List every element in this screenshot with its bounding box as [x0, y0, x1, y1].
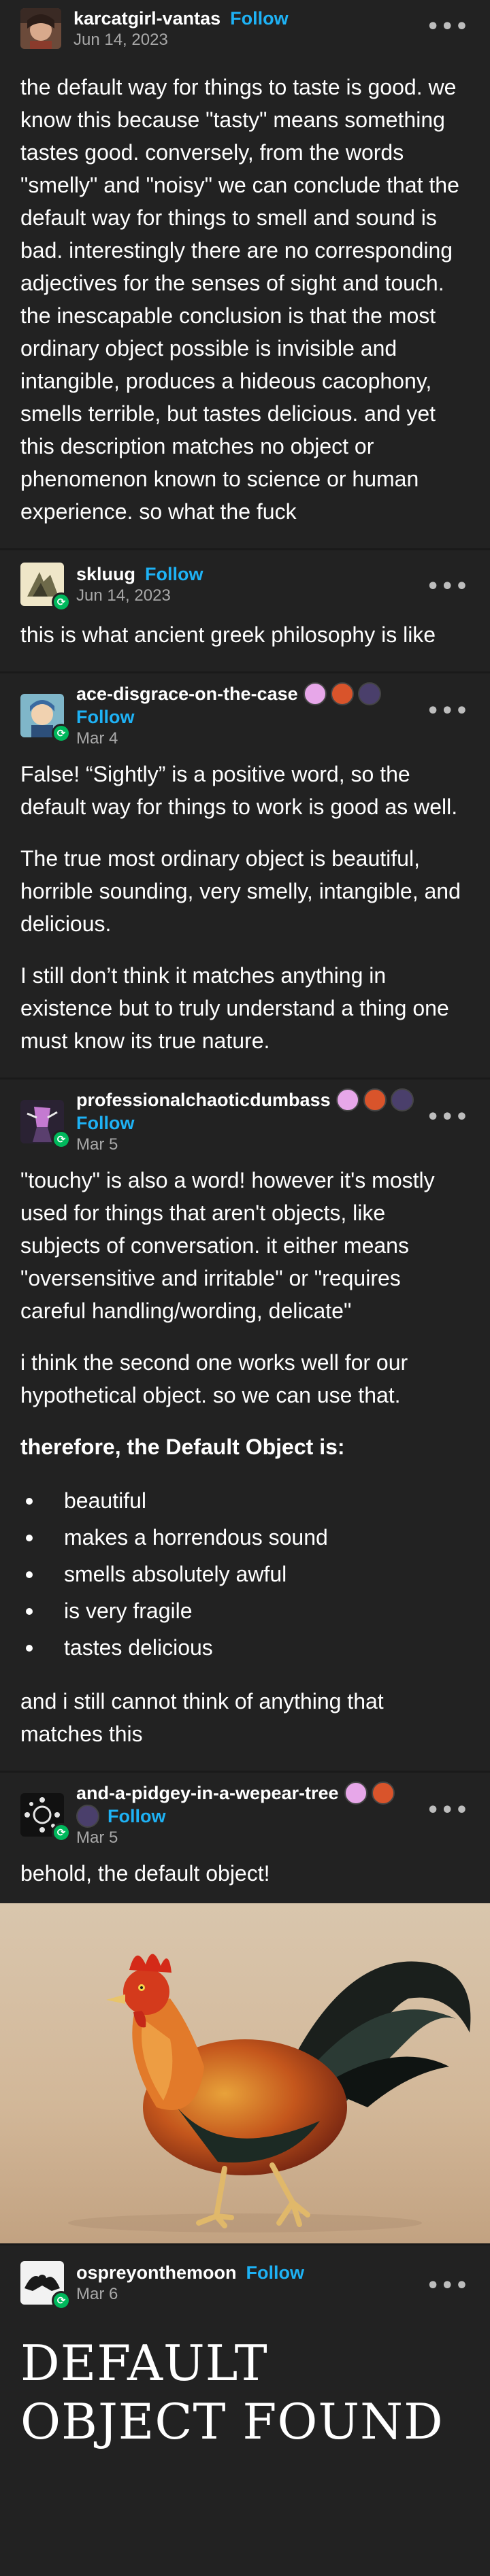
username[interactable]: karcatgirl-vantas — [74, 7, 220, 30]
avatar[interactable]: ⟳ — [20, 1793, 71, 1842]
post-meta: ospreyonthemoon Follow Mar 6 — [76, 2261, 470, 2305]
avatar[interactable]: ⟳ — [20, 2261, 71, 2310]
post-meta: karcatgirl-vantas Follow Jun 14, 2023 — [74, 7, 470, 50]
follow-button[interactable]: Follow — [76, 1111, 134, 1135]
post-meta: skluug Follow Jun 14, 2023 — [76, 563, 470, 606]
more-options-icon[interactable]: ••• — [426, 1799, 470, 1822]
more-options-icon[interactable]: ••• — [426, 575, 470, 599]
post-title: DEFAULT OBJECT FOUND — [20, 2335, 444, 2450]
flower-badge-icon[interactable] — [303, 682, 327, 705]
flower-badge-icon[interactable] — [336, 1088, 359, 1111]
post-bold-line: therefore, the Default Object is: — [20, 1435, 345, 1459]
post-header: karcatgirl-vantas Follow Jun 14, 2023 ••… — [0, 0, 490, 57]
post-paragraph: The true most ordinary object is beautif… — [20, 846, 461, 936]
more-options-icon[interactable]: ••• — [426, 1105, 470, 1129]
post-meta: ace-disgrace-on-the-case Follow Mar 4 — [76, 682, 470, 749]
creature-badge-icon[interactable] — [357, 682, 381, 705]
post-date[interactable]: Jun 14, 2023 — [76, 586, 470, 606]
avatar-image — [20, 8, 61, 49]
post-header: ⟳ professionalchaoticdumbass Follow Mar … — [0, 1080, 490, 1164]
username[interactable]: professionalchaoticdumbass — [76, 1088, 331, 1111]
creature-badge-icon[interactable] — [76, 1805, 99, 1828]
post-body: this is what ancient greek philosophy is… — [0, 618, 490, 671]
post-body: "touchy" is also a word! however it's mo… — [0, 1164, 490, 1771]
reblog-icon: ⟳ — [52, 1823, 71, 1842]
post-body: the default way for things to taste is g… — [0, 57, 490, 548]
more-options-icon[interactable]: ••• — [426, 2274, 470, 2298]
post-date[interactable]: Mar 4 — [76, 729, 470, 749]
list-item: makes a horrendous sound — [20, 1519, 470, 1556]
post-header: ⟳ ace-disgrace-on-the-case Follow Mar 4 … — [0, 673, 490, 758]
reblog-icon: ⟳ — [52, 2291, 71, 2310]
post: ⟳ skluug Follow Jun 14, 2023 ••• this is… — [0, 550, 490, 673]
post-header: ⟳ ospreyonthemoon Follow Mar 6 ••• — [0, 2245, 490, 2320]
post-meta: and-a-pidgey-in-a-wepear-tree Follow Mar… — [76, 1782, 470, 1848]
username[interactable]: ospreyonthemoon — [76, 2261, 237, 2284]
rooster-image[interactable] — [0, 1903, 490, 2243]
post-body: False! “Sightly” is a positive word, so … — [0, 758, 490, 1077]
post-header: ⟳ skluug Follow Jun 14, 2023 ••• — [0, 550, 490, 618]
avatar[interactable]: ⟳ — [20, 694, 71, 743]
post-paragraph: "touchy" is also a word! however it's mo… — [20, 1168, 435, 1323]
post: ⟳ professionalchaoticdumbass Follow Mar … — [0, 1080, 490, 1773]
avatar[interactable] — [20, 8, 61, 49]
avatar[interactable]: ⟳ — [20, 1100, 71, 1149]
post-paragraph: and i still cannot think of anything tha… — [20, 1689, 384, 1746]
list-item: beautiful — [20, 1482, 470, 1519]
follow-button[interactable]: Follow — [230, 7, 288, 30]
post: ⟳ ospreyonthemoon Follow Mar 6 ••• DEFAU… — [0, 2245, 490, 2478]
bullet-list: beautiful makes a horrendous sound smell… — [20, 1482, 470, 1666]
post-paragraph: i think the second one works well for ou… — [20, 1350, 408, 1407]
post-body: behold, the default object! — [0, 1857, 490, 1903]
flower-badge-icon[interactable] — [344, 1782, 368, 1805]
rooster-photo — [0, 1903, 490, 2243]
reblog-icon: ⟳ — [52, 1130, 71, 1149]
post-meta: professionalchaoticdumbass Follow Mar 5 — [76, 1088, 470, 1155]
post-date[interactable]: Mar 5 — [76, 1135, 470, 1155]
username[interactable]: ace-disgrace-on-the-case — [76, 682, 298, 705]
post-paragraph: behold, the default object! — [20, 1861, 270, 1886]
creature-badge-icon[interactable] — [390, 1088, 414, 1111]
follow-button[interactable]: Follow — [246, 2261, 304, 2284]
follow-button[interactable]: Follow — [76, 705, 134, 729]
username[interactable]: skluug — [76, 563, 135, 586]
list-item: tastes delicious — [20, 1629, 470, 1666]
paw-badge-icon[interactable] — [371, 1782, 395, 1805]
post-paragraph: False! “Sightly” is a positive word, so … — [20, 762, 458, 819]
reblog-icon: ⟳ — [52, 592, 71, 612]
post-header: ⟳ and-a-pidgey-in-a-wepear-tree Follow M… — [0, 1773, 490, 1857]
post: ⟳ and-a-pidgey-in-a-wepear-tree Follow M… — [0, 1773, 490, 2245]
post-date[interactable]: Jun 14, 2023 — [74, 30, 470, 50]
post-paragraph: the default way for things to taste is g… — [20, 75, 459, 524]
post: karcatgirl-vantas Follow Jun 14, 2023 ••… — [0, 0, 490, 550]
username[interactable]: and-a-pidgey-in-a-wepear-tree — [76, 1782, 339, 1805]
list-item: smells absolutely awful — [20, 1556, 470, 1592]
follow-button[interactable]: Follow — [145, 563, 203, 586]
post-date[interactable]: Mar 5 — [76, 1828, 470, 1848]
more-options-icon[interactable]: ••• — [426, 699, 470, 723]
more-options-icon[interactable]: ••• — [426, 15, 470, 39]
paw-badge-icon[interactable] — [363, 1088, 387, 1111]
post-paragraph: this is what ancient greek philosophy is… — [20, 622, 436, 647]
avatar[interactable]: ⟳ — [20, 563, 71, 612]
paw-badge-icon[interactable] — [330, 682, 354, 705]
follow-button[interactable]: Follow — [108, 1805, 165, 1828]
post: ⟳ ace-disgrace-on-the-case Follow Mar 4 … — [0, 673, 490, 1080]
list-item: is very fragile — [20, 1592, 470, 1629]
post-paragraph: I still don’t think it matches anything … — [20, 963, 449, 1053]
reblog-icon: ⟳ — [52, 724, 71, 743]
post-date[interactable]: Mar 6 — [76, 2284, 470, 2305]
